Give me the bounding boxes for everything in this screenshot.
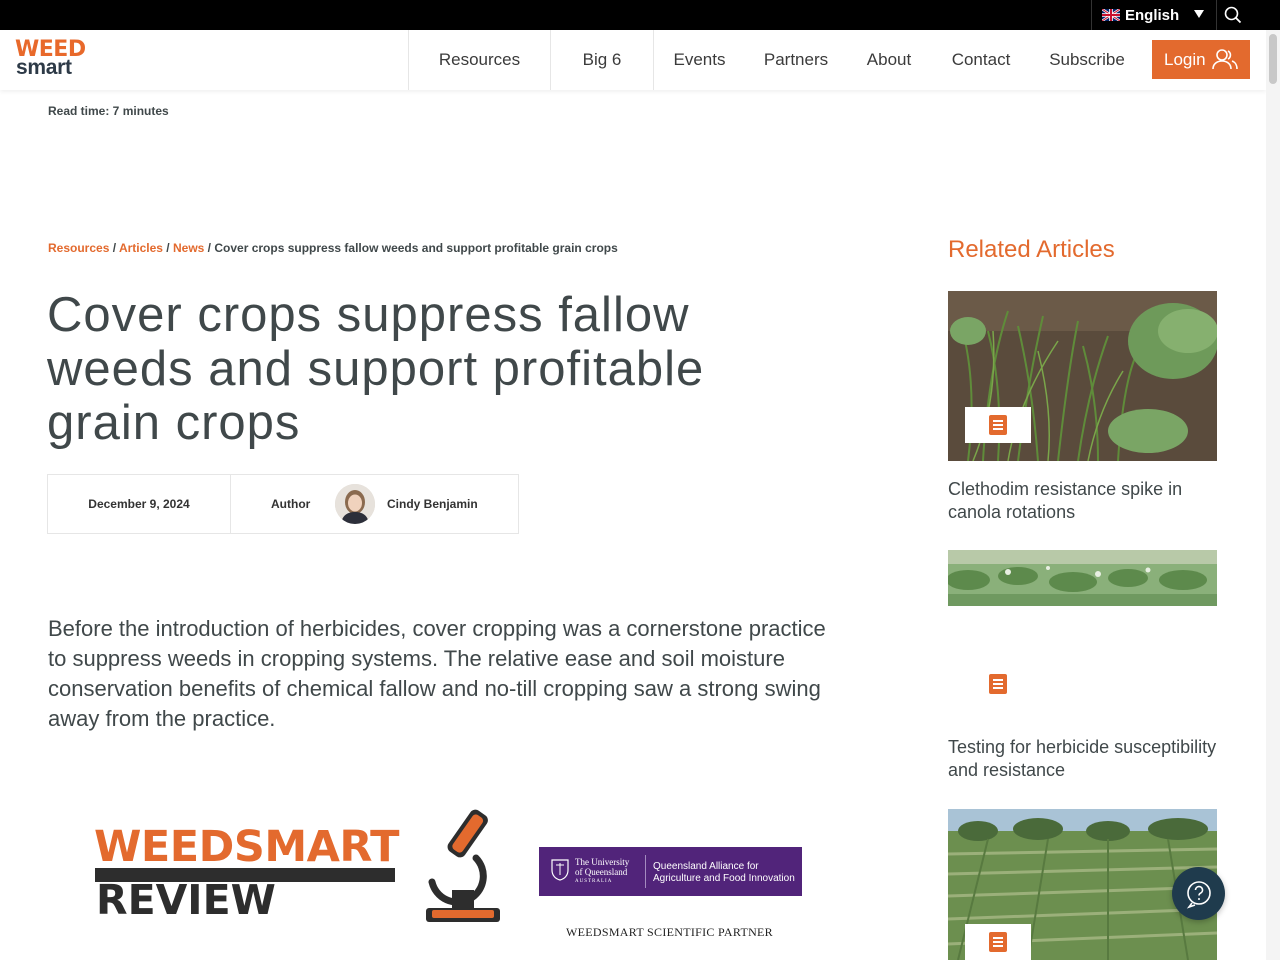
- uq-qaafi-logo: The University of Queensland AUSTRALIA Q…: [539, 847, 802, 896]
- uk-flag-icon: [1102, 9, 1120, 21]
- document-icon: [989, 932, 1007, 952]
- author-block: Author Cindy Benjamin: [231, 475, 518, 533]
- card-badge: [965, 924, 1031, 960]
- article-meta: December 9, 2024 Author Cindy Benjamin: [47, 474, 519, 534]
- uq-name-line-1: The University: [575, 857, 630, 867]
- microscope-icon: [426, 809, 500, 922]
- nav-contact[interactable]: Contact: [944, 30, 1018, 90]
- scrollbar-track[interactable]: [1266, 30, 1280, 960]
- uq-name: The University of Queensland AUSTRALIA: [575, 857, 629, 887]
- uq-crest-icon: [551, 859, 569, 881]
- nav-about[interactable]: About: [860, 30, 918, 90]
- uq-name-line-3: AUSTRALIA: [575, 879, 613, 884]
- publish-date: December 9, 2024: [48, 475, 231, 533]
- related-card-image-1[interactable]: [948, 291, 1217, 461]
- search-icon: [1224, 6, 1242, 24]
- card-badge: [965, 407, 1031, 443]
- language-label: English: [1125, 6, 1180, 24]
- author-label: Author: [271, 497, 311, 511]
- scientific-partner-label: WEEDSMART SCIENTIFIC PARTNER: [566, 925, 773, 939]
- related-card-image-2[interactable]: [948, 550, 1217, 606]
- banner-weedsmart: WEEDSMART: [94, 822, 399, 872]
- nav-events[interactable]: Events: [654, 30, 745, 90]
- avatar: [335, 484, 375, 524]
- author-name[interactable]: Cindy Benjamin: [387, 497, 478, 511]
- language-selector[interactable]: English: [1091, 0, 1217, 30]
- search-button[interactable]: [1218, 0, 1248, 30]
- related-card-title-1[interactable]: Clethodim resistance spike in canola rot…: [948, 478, 1228, 524]
- intro-paragraph: Before the introduction of herbicides, c…: [48, 616, 826, 731]
- help-question-icon: [1186, 880, 1211, 909]
- breadcrumb-current: Cover crops suppress fallow weeds and su…: [214, 241, 618, 255]
- related-articles-heading: Related Articles: [948, 236, 1115, 263]
- logo-smart: smart: [16, 56, 72, 79]
- nav-big-6[interactable]: Big 6: [551, 30, 654, 90]
- qaafi-line-1: Queensland Alliance for: [653, 861, 759, 872]
- chevron-down-icon: [1194, 10, 1204, 18]
- weedsmart-review-banner: WEEDSMART REVIEW The University of Queen…: [48, 792, 838, 960]
- document-icon: [989, 674, 1007, 694]
- uq-name-line-2: of Queensland: [575, 867, 628, 877]
- utility-bar: English: [0, 0, 1280, 30]
- nav-partners[interactable]: Partners: [757, 30, 835, 90]
- related-card-title-2[interactable]: Testing for herbicide susceptibility and…: [948, 736, 1228, 782]
- page-title: Cover crops suppress fallow weeds and su…: [47, 288, 705, 450]
- qaafi-name: Queensland Alliance for Agriculture and …: [653, 861, 795, 885]
- card-badge: [965, 666, 1031, 702]
- breadcrumb-articles[interactable]: Articles: [119, 241, 163, 255]
- uq-divider: [645, 855, 646, 888]
- scrollbar-thumb[interactable]: [1269, 34, 1277, 84]
- main-header: WEED smart Resources Big 6 Events Partne…: [0, 30, 1266, 90]
- breadcrumb-resources[interactable]: Resources: [48, 241, 109, 255]
- document-icon: [989, 415, 1007, 435]
- help-button[interactable]: [1172, 867, 1225, 920]
- nav-resources[interactable]: Resources: [408, 30, 551, 90]
- user-icon: [1212, 49, 1238, 70]
- nav-subscribe[interactable]: Subscribe: [1043, 30, 1131, 90]
- breadcrumb: Resources / Articles / News / Cover crop…: [48, 241, 618, 255]
- weedsmart-logo[interactable]: WEED smart: [14, 39, 88, 79]
- banner-review: REVIEW: [96, 876, 276, 924]
- read-time: Read time: 7 minutes: [48, 104, 169, 118]
- login-button[interactable]: Login: [1152, 40, 1250, 79]
- breadcrumb-news[interactable]: News: [173, 241, 204, 255]
- login-label: Login: [1164, 49, 1206, 69]
- qaafi-line-2: Agriculture and Food Innovation: [653, 873, 795, 884]
